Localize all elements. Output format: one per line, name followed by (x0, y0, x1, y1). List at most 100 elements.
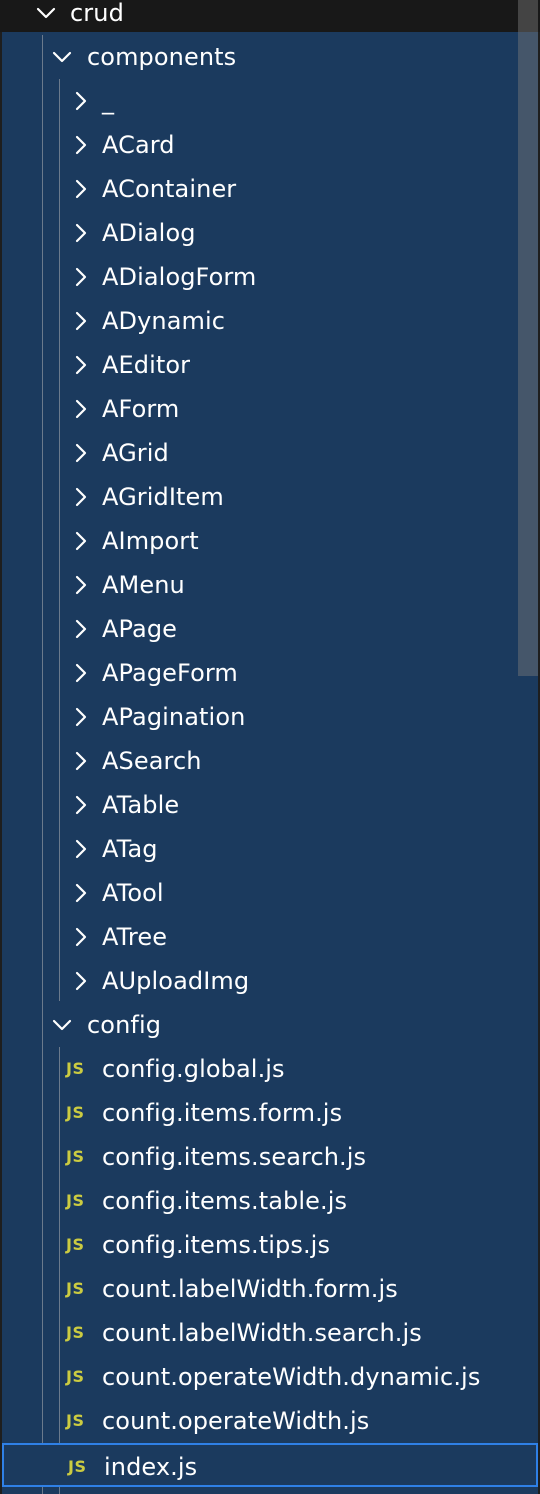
file-explorer: crud components _ ACard AContainer ADialog A… (0, 0, 540, 1494)
folder-row[interactable]: ADialog (0, 211, 540, 255)
chevron-right-icon[interactable] (71, 387, 91, 431)
chevron-right-icon[interactable] (71, 739, 91, 783)
folder-row[interactable]: AEditor (0, 343, 540, 387)
chevron-down-icon[interactable] (36, 0, 56, 35)
file-row[interactable]: JS count.labelWidth.search.js (0, 1311, 540, 1355)
folder-label: AGridItem (102, 483, 224, 511)
chevron-right-icon[interactable] (71, 783, 91, 827)
file-label: config.items.tips.js (102, 1231, 331, 1259)
folder-label: AContainer (102, 175, 237, 203)
file-label: count.operateWidth.dynamic.js (102, 1363, 481, 1391)
folder-row[interactable]: ADialogForm (0, 255, 540, 299)
folder-row[interactable]: ATree (0, 915, 540, 959)
folder-row-crud[interactable]: crud (0, 0, 540, 35)
folder-label: ACard (102, 131, 175, 159)
folder-row[interactable]: AContainer (0, 167, 540, 211)
chevron-right-icon[interactable] (71, 167, 91, 211)
chevron-down-icon[interactable] (52, 35, 72, 79)
folder-label: AEditor (102, 351, 191, 379)
file-row[interactable]: JS config.items.table.js (0, 1179, 540, 1223)
folder-label: ATag (102, 835, 158, 863)
javascript-file-icon: JS (66, 1191, 85, 1210)
chevron-right-icon[interactable] (71, 959, 91, 1003)
file-label: count.operateWidth.js (102, 1407, 370, 1435)
folder-row[interactable]: ADynamic (0, 299, 540, 343)
folder-label: AGrid (102, 439, 169, 467)
folder-label: ATable (102, 791, 180, 819)
folder-label: APagination (102, 703, 246, 731)
folder-row[interactable]: APageForm (0, 651, 540, 695)
file-label: index.js (104, 1453, 198, 1481)
file-row[interactable]: JS index.js (2, 1443, 538, 1487)
javascript-file-icon: JS (66, 1059, 85, 1078)
file-row[interactable]: JS config.global.js (0, 1047, 540, 1091)
chevron-right-icon[interactable] (71, 475, 91, 519)
chevron-right-icon[interactable] (71, 871, 91, 915)
chevron-right-icon[interactable] (71, 915, 91, 959)
file-row[interactable]: JS config.items.search.js (0, 1135, 540, 1179)
chevron-down-icon[interactable] (52, 1003, 72, 1047)
chevron-right-icon[interactable] (71, 563, 91, 607)
file-row[interactable]: JS config.items.form.js (0, 1091, 540, 1135)
folder-row-config[interactable]: config (0, 1003, 540, 1047)
chevron-right-icon[interactable] (71, 607, 91, 651)
scrollbar-thumb[interactable] (518, 0, 538, 676)
javascript-file-icon: JS (68, 1457, 87, 1476)
folder-row[interactable]: AImport (0, 519, 540, 563)
folder-row[interactable]: AGrid (0, 431, 540, 475)
file-row[interactable]: JS count.operateWidth.js (0, 1399, 540, 1443)
folder-row[interactable]: ATool (0, 871, 540, 915)
folder-row[interactable]: APagination (0, 695, 540, 739)
folder-label-components: components (87, 43, 237, 71)
chevron-right-icon[interactable] (71, 827, 91, 871)
file-row[interactable]: JS config.items.tips.js (0, 1223, 540, 1267)
folder-label: AImport (102, 527, 199, 555)
folder-label: ASearch (102, 747, 202, 775)
file-label: count.labelWidth.form.js (102, 1275, 398, 1303)
folder-label: ATree (102, 923, 168, 951)
javascript-file-icon: JS (66, 1411, 85, 1430)
file-label: config.items.form.js (102, 1099, 343, 1127)
folder-row[interactable]: APage (0, 607, 540, 651)
chevron-right-icon[interactable] (71, 695, 91, 739)
javascript-file-icon: JS (66, 1235, 85, 1254)
chevron-right-icon[interactable] (71, 79, 91, 123)
folder-label: ADialog (102, 219, 196, 247)
chevron-right-icon[interactable] (71, 431, 91, 475)
folder-row[interactable]: ASearch (0, 739, 540, 783)
folder-label: ATool (102, 879, 164, 907)
folder-row-components[interactable]: components (0, 35, 540, 79)
folder-label: AForm (102, 395, 180, 423)
chevron-right-icon[interactable] (71, 211, 91, 255)
chevron-right-icon[interactable] (71, 299, 91, 343)
folder-label-crud: crud (70, 0, 124, 27)
folder-row[interactable]: AUploadImg (0, 959, 540, 1003)
folder-row[interactable]: AGridItem (0, 475, 540, 519)
folder-label: ADialogForm (102, 263, 257, 291)
folder-row[interactable]: ACard (0, 123, 540, 167)
chevron-right-icon[interactable] (71, 255, 91, 299)
folder-label: APageForm (102, 659, 238, 687)
file-row[interactable]: JS count.labelWidth.form.js (0, 1267, 540, 1311)
file-label: config.global.js (102, 1055, 285, 1083)
chevron-right-icon[interactable] (71, 343, 91, 387)
file-row[interactable]: JS count.operateWidth.dynamic.js (0, 1355, 540, 1399)
folder-row[interactable]: ATable (0, 783, 540, 827)
folder-label-config: config (87, 1011, 162, 1039)
folder-row[interactable]: AMenu (0, 563, 540, 607)
chevron-right-icon[interactable] (71, 519, 91, 563)
javascript-file-icon: JS (66, 1323, 85, 1342)
file-label: config.items.search.js (102, 1143, 367, 1171)
file-label: config.items.table.js (102, 1187, 348, 1215)
javascript-file-icon: JS (66, 1279, 85, 1298)
javascript-file-icon: JS (66, 1103, 85, 1122)
folder-row[interactable]: _ (0, 79, 540, 123)
chevron-right-icon[interactable] (71, 651, 91, 695)
folder-label: APage (102, 615, 178, 643)
folder-label: ADynamic (102, 307, 226, 335)
javascript-file-icon: JS (66, 1147, 85, 1166)
folder-row[interactable]: AForm (0, 387, 540, 431)
folder-row[interactable]: ATag (0, 827, 540, 871)
folder-label: AMenu (102, 571, 185, 599)
chevron-right-icon[interactable] (71, 123, 91, 167)
